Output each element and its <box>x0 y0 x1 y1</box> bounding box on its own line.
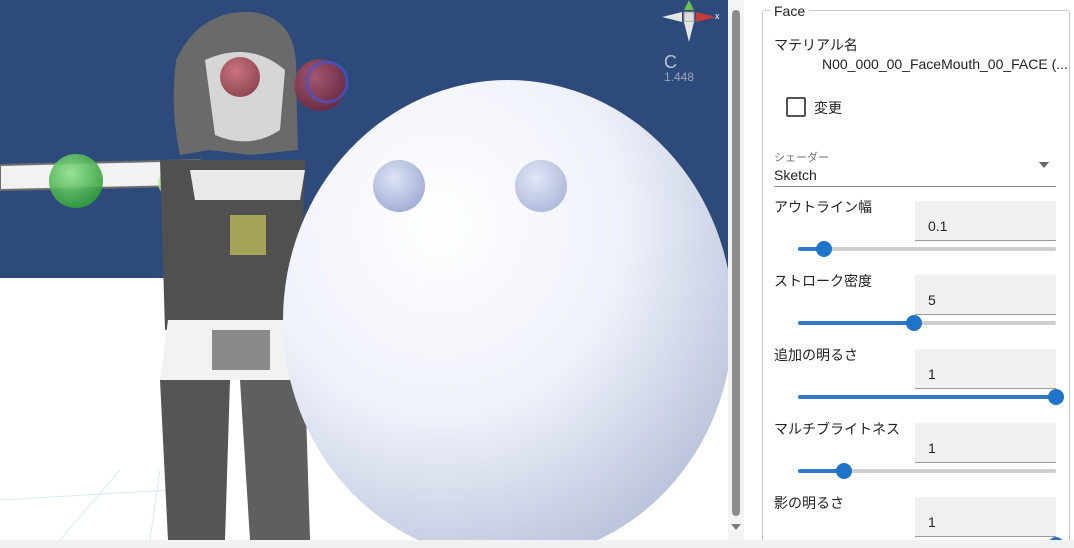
shader-caption: シェーダー <box>774 152 829 164</box>
multi-brightness-slider[interactable] <box>798 463 1056 479</box>
section-title: Face <box>770 3 810 19</box>
bottom-strip <box>0 540 1074 548</box>
stroke-density-input[interactable]: 5 <box>915 275 1056 315</box>
additional-brightness-slider[interactable] <box>798 389 1064 405</box>
additional-brightness-value: 1 <box>928 366 936 382</box>
gizmo-x-label: x <box>715 11 720 21</box>
additional-brightness-label: 追加の明るさ <box>774 347 858 363</box>
scroll-down-arrow-icon[interactable] <box>731 524 741 530</box>
red-marker <box>220 57 260 97</box>
outline-width-slider[interactable] <box>798 241 1056 257</box>
dropdown-arrow-icon[interactable] <box>1039 162 1049 168</box>
change-checkbox-label: 変更 <box>814 100 842 116</box>
outline-width-slider-thumb[interactable] <box>815 241 832 257</box>
3d-viewport[interactable]: C 1.448 x <box>0 0 728 540</box>
multi-brightness-value: 1 <box>928 440 936 456</box>
stroke-density-label: ストローク密度 <box>774 273 872 289</box>
scrollbar-thumb[interactable] <box>732 10 740 516</box>
material-panel: Face マテリアル名 N00_000_00_FaceMouth_00_FACE… <box>744 0 1074 540</box>
stroke-density-slider-thumb[interactable] <box>906 315 923 331</box>
shadow-brightness-input[interactable]: 1 <box>915 497 1056 537</box>
vertical-scrollbar[interactable] <box>728 0 744 540</box>
material-name-label: マテリアル名 <box>774 37 858 53</box>
gizmo-value: 1.448 <box>664 70 695 84</box>
multi-brightness-input[interactable]: 1 <box>915 423 1056 463</box>
green-marker <box>49 154 103 208</box>
outline-width-value: 0.1 <box>928 218 948 234</box>
multi-brightness-label: マルチブライトネス <box>774 421 900 437</box>
additional-brightness-slider-thumb[interactable] <box>1048 389 1064 405</box>
outline-width-label: アウトライン幅 <box>774 199 872 215</box>
stroke-density-value: 5 <box>928 292 936 308</box>
outline-width-input[interactable]: 0.1 <box>915 201 1056 241</box>
stroke-density-slider[interactable] <box>798 315 1056 331</box>
change-checkbox[interactable] <box>786 97 806 117</box>
shader-value: Sketch <box>774 167 817 183</box>
shadow-brightness-value: 1 <box>928 514 936 530</box>
material-name-value: N00_000_00_FaceMouth_00_FACE (... <box>822 56 1068 72</box>
additional-brightness-input[interactable]: 1 <box>915 349 1056 389</box>
scene-render <box>0 0 728 540</box>
shadow-brightness-label: 影の明るさ <box>774 495 844 511</box>
